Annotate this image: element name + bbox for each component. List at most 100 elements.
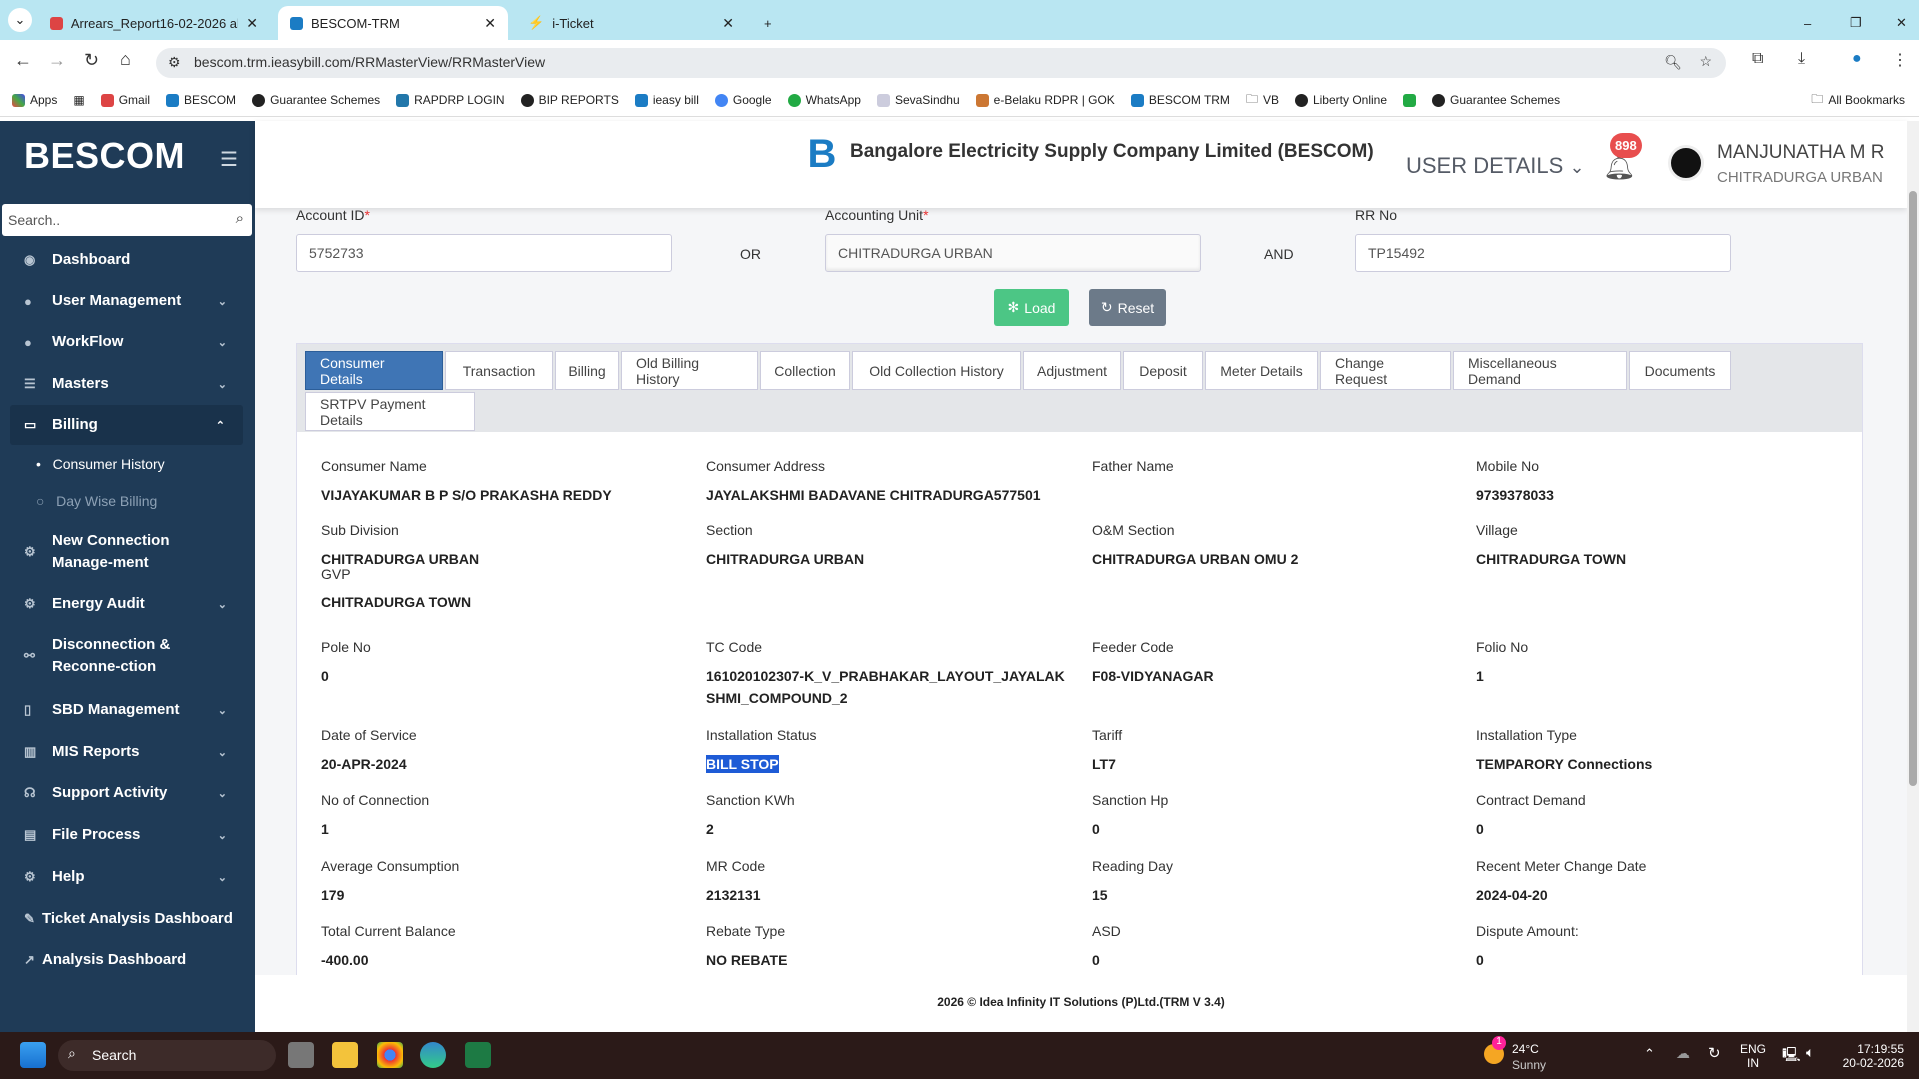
bookmark[interactable]: BESCOM [166, 93, 236, 107]
account-id-input[interactable]: 5752733 [296, 234, 672, 272]
bookmark[interactable]: Guarantee Schemes [1432, 93, 1560, 107]
bookmark[interactable]: Google [714, 93, 772, 107]
excel-icon[interactable] [465, 1042, 491, 1068]
bookmark-star-icon[interactable]: ☆ [1699, 53, 1712, 70]
url-bar[interactable]: bescom.trm.ieasybill.com/RRMasterView/RR… [156, 48, 1726, 78]
reset-button[interactable]: ↻ Reset [1089, 289, 1166, 326]
load-button[interactable]: ✻ Load [994, 289, 1069, 326]
rr-no-input[interactable]: TP15492 [1355, 234, 1731, 272]
sidebar-subitem-consumer-history[interactable]: • Consumer History [36, 456, 165, 472]
sidebar-item-billing[interactable]: ▭ Billing ⌃ [10, 405, 243, 445]
network-icon[interactable]: 🖳 [1782, 1044, 1801, 1068]
sidebar-item-new-connection[interactable]: ⚙ New Connection Manage-ment [0, 529, 255, 575]
avatar[interactable] [1668, 145, 1704, 181]
browser-tab[interactable]: ⚡ i-Ticket ✕ [516, 6, 746, 40]
task-view-icon[interactable] [288, 1042, 314, 1068]
bookmark[interactable]: e-Belaku RDPR | GOK [975, 93, 1115, 107]
accounting-unit-select[interactable]: CHITRADURGA URBAN [825, 234, 1201, 272]
close-tab-icon[interactable]: ✕ [722, 15, 734, 32]
zoom-icon[interactable]: 🔍︎ [1664, 54, 1682, 71]
bookmark[interactable] [1403, 93, 1417, 107]
sync-icon[interactable]: ↻ [1708, 1044, 1721, 1062]
field-label: O&M Section [1092, 522, 1175, 538]
bookmark[interactable]: RAPDRP LOGIN [396, 93, 505, 107]
close-tab-icon[interactable]: ✕ [246, 15, 258, 32]
language-indicator[interactable]: ENG IN [1740, 1042, 1766, 1070]
sidebar-item-sbd[interactable]: ▯ SBD Management ⌄ [0, 697, 255, 723]
sidebar-search-input[interactable]: Search.. ⌕ [2, 204, 252, 236]
bookmark[interactable]: BESCOM TRM [1130, 93, 1230, 107]
bookmark-folder[interactable]: 🗀 VB [1246, 90, 1279, 111]
browser-tab-active[interactable]: BESCOM-TRM ✕ [278, 6, 508, 40]
menu-icon[interactable]: ⋮ [1892, 50, 1908, 70]
extensions-icon[interactable]: ⧉ [1752, 50, 1763, 68]
all-bookmarks[interactable]: 🗀 All Bookmarks [1811, 90, 1905, 111]
forward-icon[interactable]: → [48, 50, 66, 71]
tab-miscellaneous-demand[interactable]: Miscellaneous Demand [1453, 351, 1627, 390]
field-value: 161020102307-K_V_PRABHAKAR_LAYOUT_JAYALA… [706, 668, 1065, 706]
edge-icon[interactable] [420, 1042, 446, 1068]
tab-adjustment[interactable]: Adjustment [1023, 351, 1121, 390]
bookmark[interactable]: BIP REPORTS [520, 93, 619, 107]
tab-consumer-details[interactable]: Consumer Details [305, 351, 443, 390]
reload-icon[interactable]: ↻ [84, 50, 99, 71]
sidebar-item-workflow[interactable]: ● WorkFlow ⌄ [0, 329, 255, 355]
tab-old-collection-history[interactable]: Old Collection History [852, 351, 1021, 390]
profile-icon[interactable]: ● [1852, 50, 1862, 68]
sidebar-item-ticket-analysis[interactable]: ✎ Ticket Analysis Dashboard [0, 906, 255, 932]
close-window-button[interactable]: ✕ [1884, 6, 1919, 40]
tab-meter-details[interactable]: Meter Details [1205, 351, 1318, 390]
sidebar-item-disconnection[interactable]: ⚯ Disconnection & Reconne-ction [0, 633, 255, 679]
sidebar-subitem-day-wise-billing[interactable]: ○ Day Wise Billing [36, 493, 157, 509]
bookmark[interactable]: WhatsApp [787, 93, 861, 107]
bookmark[interactable]: Gmail [100, 93, 150, 107]
onedrive-icon[interactable]: ☁ [1676, 1045, 1690, 1062]
close-tab-icon[interactable]: ✕ [484, 15, 496, 32]
tab-collection[interactable]: Collection [760, 351, 850, 390]
bookmark[interactable]: Liberty Online [1294, 93, 1387, 107]
tab-documents[interactable]: Documents [1629, 351, 1731, 390]
tab-change-request[interactable]: Change Request [1320, 351, 1451, 390]
grid-icon[interactable]: ▦ [73, 93, 84, 107]
sidebar-item-user-management[interactable]: ● User Management ⌄ [0, 288, 255, 314]
bookmark[interactable]: Guarantee Schemes [252, 93, 380, 107]
scrollbar-thumb[interactable] [1909, 191, 1917, 786]
back-icon[interactable]: ← [14, 50, 32, 71]
sidebar-item-masters[interactable]: ☰ Masters ⌄ [0, 371, 255, 397]
tab-deposit[interactable]: Deposit [1123, 351, 1203, 390]
download-icon[interactable]: ⤓ [1798, 50, 1805, 68]
sidebar-item-energy-audit[interactable]: ⚙ Energy Audit ⌄ [0, 591, 255, 617]
browser-tab[interactable]: Arrears_Report16-02-2026 all u ✕ [38, 6, 270, 40]
bookmark-apps[interactable]: Apps [12, 93, 57, 107]
chevron-up-icon[interactable]: ⌃ [1644, 1046, 1655, 1062]
tab-billing[interactable]: Billing [555, 351, 619, 390]
site-info-icon[interactable]: ⚙ [168, 54, 181, 71]
field-value: NO REBATE [706, 952, 788, 968]
new-tab-button[interactable]: + [752, 6, 784, 40]
bookmark[interactable]: SevaSindhu [876, 93, 960, 107]
tab-srtpv-payment-details[interactable]: SRTPV Payment Details [305, 392, 475, 431]
sidebar-item-analysis-dashboard[interactable]: ↗ Analysis Dashboard [0, 947, 255, 973]
tab-old-billing-history[interactable]: Old Billing History [621, 351, 758, 390]
clock[interactable]: 17:19:55 20-02-2026 [1838, 1042, 1904, 1070]
hamburger-icon[interactable]: ☰ [220, 147, 238, 172]
sidebar-item-dashboard[interactable]: ◉ Dashboard [0, 247, 255, 273]
file-explorer-icon[interactable] [332, 1042, 358, 1068]
sidebar-item-support[interactable]: ☊ Support Activity ⌄ [0, 780, 255, 806]
taskbar-search[interactable]: ⌕ Search [58, 1040, 276, 1071]
tab-transaction[interactable]: Transaction [445, 351, 553, 390]
chrome-icon[interactable] [377, 1042, 403, 1068]
sidebar-item-help[interactable]: ⚙ Help ⌄ [0, 864, 255, 890]
bookmark[interactable]: ieasy bill [634, 93, 699, 107]
search-icon[interactable]: ⌕ [236, 210, 244, 227]
restore-button[interactable]: ❐ [1838, 6, 1874, 40]
home-icon[interactable]: ⌂ [120, 49, 131, 70]
scrollbar[interactable] [1907, 121, 1919, 1032]
user-details-dropdown[interactable]: USER DETAILS ⌄ [1406, 153, 1585, 179]
sidebar-item-file-process[interactable]: ▤ File Process ⌄ [0, 822, 255, 848]
windows-start-icon[interactable] [20, 1042, 46, 1068]
sidebar-item-mis-reports[interactable]: ▥ MIS Reports ⌄ [0, 739, 255, 765]
tab-search-button[interactable]: ⌄ [8, 8, 32, 32]
volume-icon[interactable]: 🔈︎ [1806, 1044, 1814, 1061]
minimize-button[interactable]: – [1792, 6, 1823, 40]
